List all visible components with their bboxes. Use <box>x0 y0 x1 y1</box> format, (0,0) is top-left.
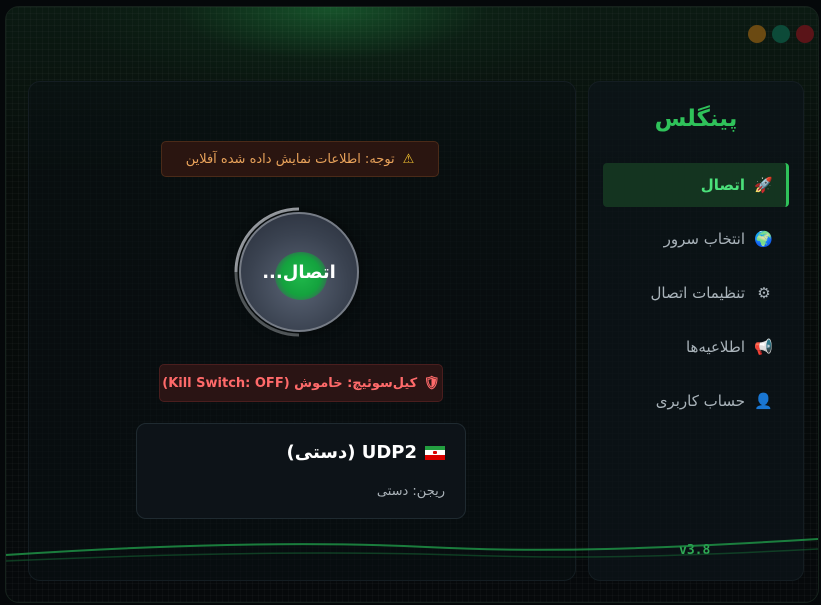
megaphone-icon: 📢 <box>754 338 773 356</box>
shield-icon: 🛡 <box>423 375 440 391</box>
sidebar-item-connect[interactable]: 🚀 اتصال <box>603 163 789 207</box>
sidebar-item-label: انتخاب سرور <box>663 230 745 248</box>
gear-icon: ⚙ <box>757 284 771 302</box>
globe-icon: 🌍 <box>754 230 773 248</box>
rocket-icon: 🚀 <box>754 176 773 194</box>
user-icon: 👤 <box>754 392 773 410</box>
sidebar-nav: 🚀 اتصال 🌍 انتخاب سرور ⚙ تنظیمات اتصال 📢 … <box>603 163 789 433</box>
notice-text: توجه: اطلاعات نمایش داده شده آفلاین <box>185 151 395 167</box>
sidebar: پینگلس 🚀 اتصال 🌍 انتخاب سرور ⚙ تنظیمات ا… <box>588 81 804 581</box>
connect-button-label: اتصال... <box>262 261 336 283</box>
offline-notice: ⚠ توجه: اطلاعات نمایش داده شده آفلاین <box>161 141 439 177</box>
connect-button[interactable]: اتصال... <box>239 212 359 332</box>
close-button[interactable] <box>796 25 814 43</box>
server-card[interactable]: UDP2 (دستی) ریجن: دستی <box>136 423 466 519</box>
sidebar-item-label: تنظیمات اتصال <box>650 284 745 302</box>
sidebar-item-account[interactable]: 👤 حساب کاربری <box>603 379 789 423</box>
minimize-button[interactable] <box>748 25 766 43</box>
sidebar-item-connection-settings[interactable]: ⚙ تنظیمات اتصال <box>603 271 789 315</box>
kill-switch-text: کیل‌سوئیچ: خاموش (Kill Switch: OFF) <box>162 375 418 391</box>
iran-flag-icon <box>425 445 445 460</box>
decorative-wave <box>6 538 818 562</box>
sidebar-item-label: اتصال <box>700 176 745 194</box>
server-name-row: UDP2 (دستی) <box>286 442 445 463</box>
sidebar-item-label: حساب کاربری <box>655 392 745 410</box>
sidebar-item-label: اطلاعیه‌ها <box>685 338 745 356</box>
app-window: پینگلس 🚀 اتصال 🌍 انتخاب سرور ⚙ تنظیمات ا… <box>5 6 819 603</box>
server-name: UDP2 (دستی) <box>286 442 418 463</box>
app-title: پینگلس <box>654 106 738 132</box>
sidebar-item-server-select[interactable]: 🌍 انتخاب سرور <box>603 217 789 261</box>
warning-icon: ⚠ <box>402 151 415 167</box>
maximize-button[interactable] <box>772 25 790 43</box>
connect-control: اتصال... <box>234 207 364 337</box>
sidebar-item-announcements[interactable]: 📢 اطلاعیه‌ها <box>603 325 789 369</box>
kill-switch-status[interactable]: 🛡 کیل‌سوئیچ: خاموش (Kill Switch: OFF) <box>159 364 443 402</box>
server-region: ریجن: دستی <box>376 484 445 499</box>
window-controls <box>748 25 814 43</box>
